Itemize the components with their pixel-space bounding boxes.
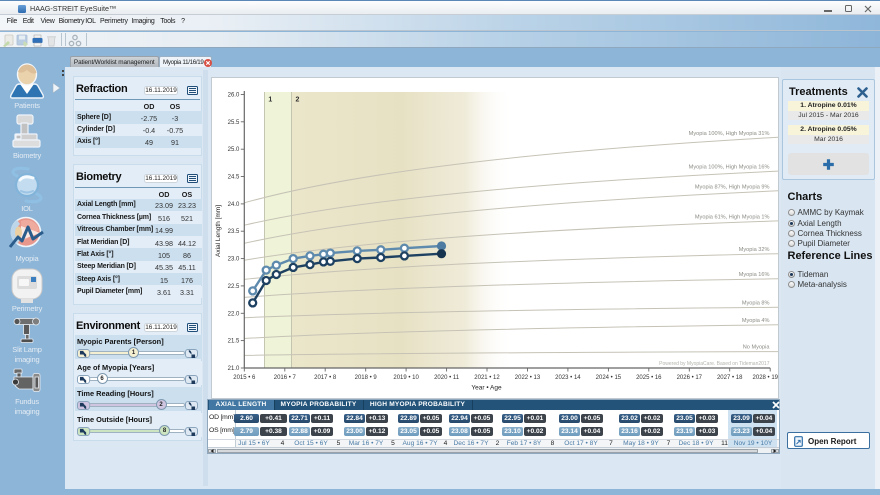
svg-text:21.0: 21.0 (227, 366, 239, 372)
svg-text:Myopia 100%, High Myopia 16%: Myopia 100%, High Myopia 16% (688, 164, 769, 170)
svg-text:25.5: 25.5 (227, 119, 239, 125)
svg-text:2020 • 11: 2020 • 11 (434, 375, 460, 381)
svg-text:2024 • 15: 2024 • 15 (595, 375, 621, 381)
svg-text:23.5: 23.5 (227, 229, 239, 235)
svg-text:2: 2 (295, 96, 299, 103)
svg-text:Powered by MyopiaCare. Based o: Powered by MyopiaCare. Based on Tideman2… (659, 361, 770, 367)
svg-text:2021 • 12: 2021 • 12 (474, 375, 500, 381)
svg-text:2019 • 10: 2019 • 10 (393, 375, 419, 381)
svg-text:25.0: 25.0 (227, 147, 239, 153)
svg-text:2027 • 18: 2027 • 18 (716, 375, 742, 381)
svg-text:Axial Length [mm]: Axial Length [mm] (215, 204, 222, 256)
svg-text:Myopia 100%, High Myopia 31%: Myopia 100%, High Myopia 31% (688, 130, 769, 136)
svg-text:Year • Age: Year • Age (471, 384, 502, 391)
svg-text:2017 • 8: 2017 • 8 (314, 375, 337, 381)
svg-text:Myopia 4%: Myopia 4% (741, 317, 769, 323)
svg-text:2025 • 16: 2025 • 16 (636, 375, 662, 381)
svg-text:2023 • 14: 2023 • 14 (555, 375, 581, 381)
svg-text:24.5: 24.5 (227, 174, 239, 180)
svg-text:Myopia 8%: Myopia 8% (741, 300, 769, 306)
svg-text:2022 • 13: 2022 • 13 (514, 375, 540, 381)
svg-text:2018 • 9: 2018 • 9 (354, 375, 377, 381)
svg-text:24.0: 24.0 (227, 201, 239, 207)
svg-text:No Myopia: No Myopia (742, 344, 770, 350)
svg-text:Myopia 87%, High Myopia 9%: Myopia 87%, High Myopia 9% (694, 184, 769, 190)
svg-text:22.0: 22.0 (227, 311, 239, 317)
svg-text:2028 • 19: 2028 • 19 (752, 375, 777, 381)
svg-text:1: 1 (268, 96, 272, 103)
svg-text:2016 • 7: 2016 • 7 (273, 375, 296, 381)
svg-text:2015 • 6: 2015 • 6 (233, 375, 256, 381)
svg-text:Myopia 61%, High Myopia 1%: Myopia 61%, High Myopia 1% (694, 214, 769, 220)
svg-text:Myopia 16%: Myopia 16% (738, 272, 769, 278)
svg-text:26.0: 26.0 (227, 92, 239, 98)
svg-text:2026 • 17: 2026 • 17 (676, 375, 702, 381)
svg-text:22.5: 22.5 (227, 283, 239, 289)
svg-text:Myopia 32%: Myopia 32% (738, 246, 769, 252)
svg-text:23.0: 23.0 (227, 256, 239, 262)
svg-text:21.5: 21.5 (227, 338, 239, 344)
